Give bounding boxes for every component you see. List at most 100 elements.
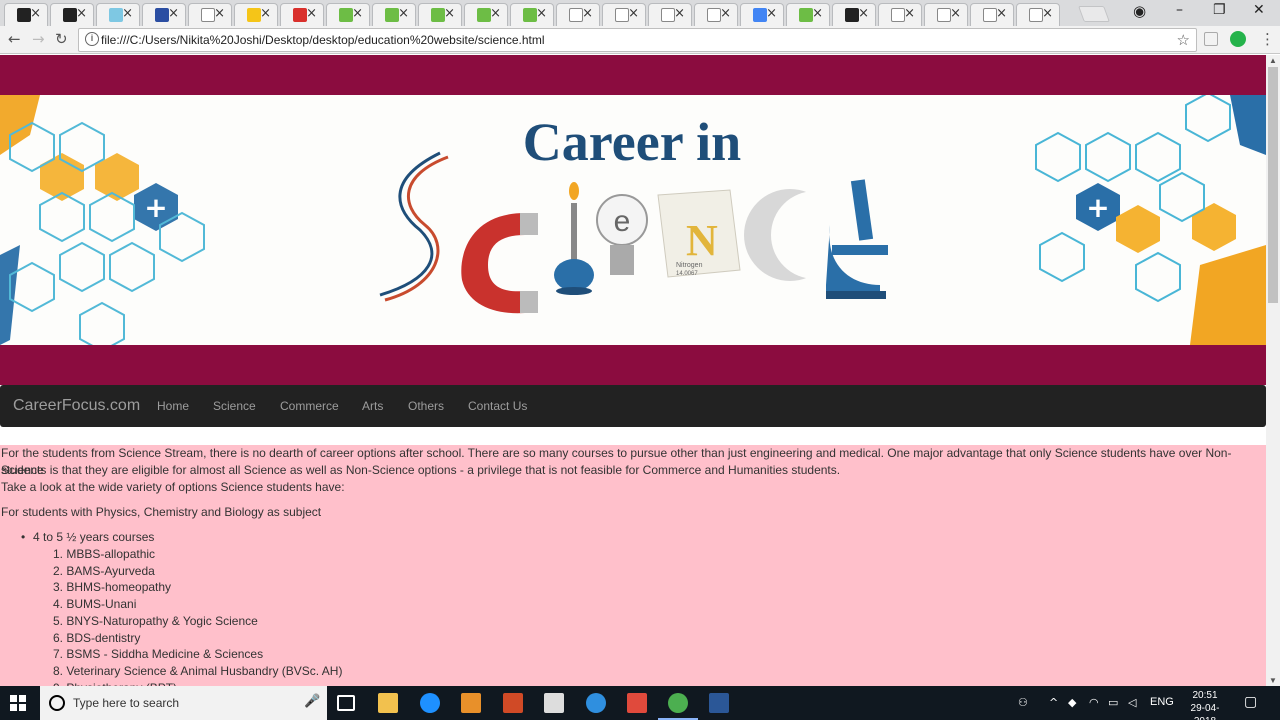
edge-icon[interactable]: [420, 693, 440, 713]
profile-icon[interactable]: ◉: [1133, 2, 1146, 20]
browser-tab[interactable]: ×: [280, 3, 324, 26]
page-scrollbar[interactable]: ▲ ▼: [1266, 55, 1280, 686]
search-placeholder: Type here to search: [73, 696, 180, 710]
file-explorer-icon[interactable]: [378, 693, 398, 713]
url-text[interactable]: file:///C:/Users/Nikita%20Joshi/Desktop/…: [101, 33, 545, 47]
nav-link-others[interactable]: Others: [408, 399, 444, 413]
browser-toolbar: ← → ↻ i file:///C:/Users/Nikita%20Joshi/…: [0, 26, 1280, 54]
nav-link-home[interactable]: Home: [157, 399, 189, 413]
powerpoint-icon[interactable]: [503, 693, 523, 713]
maximize-icon[interactable]: ❐: [1213, 2, 1226, 18]
tab-close-icon[interactable]: ×: [122, 6, 133, 21]
tab-close-icon[interactable]: ×: [904, 6, 915, 21]
tab-close-icon[interactable]: ×: [766, 6, 777, 21]
browser-tab[interactable]: ×: [464, 3, 508, 26]
back-icon[interactable]: ←: [8, 30, 21, 48]
battery-icon[interactable]: ▭: [1108, 696, 1118, 709]
nav-link-science[interactable]: Science: [213, 399, 256, 413]
browser-tab[interactable]: ×: [786, 3, 830, 26]
dropbox-icon[interactable]: ◆: [1068, 696, 1076, 709]
volume-icon[interactable]: ◁: [1128, 696, 1136, 709]
tab-close-icon[interactable]: ×: [720, 6, 731, 21]
tab-close-icon[interactable]: ×: [536, 6, 547, 21]
new-tab-button[interactable]: [1078, 6, 1110, 22]
tab-close-icon[interactable]: ×: [306, 6, 317, 21]
tab-close-icon[interactable]: ×: [674, 6, 685, 21]
browser-tab[interactable]: ×: [832, 3, 876, 26]
word-icon[interactable]: [709, 693, 729, 713]
extension-icon[interactable]: [1204, 32, 1218, 46]
tab-close-icon[interactable]: ×: [214, 6, 225, 21]
browser-tab[interactable]: ×: [372, 3, 416, 26]
browser-tab[interactable]: ×: [50, 3, 94, 26]
browser-tab[interactable]: ×: [1016, 3, 1060, 26]
tab-close-icon[interactable]: ×: [858, 6, 869, 21]
browser-tab[interactable]: ×: [602, 3, 646, 26]
forward-icon[interactable]: →: [32, 30, 45, 48]
taskbar-search-box[interactable]: Type here to search 🎤: [40, 686, 327, 720]
browser-tab[interactable]: ×: [188, 3, 232, 26]
info-icon[interactable]: i: [85, 32, 99, 46]
crescent-moon-icon: [744, 189, 859, 281]
chrome-icon[interactable]: [658, 693, 698, 720]
grammarly-icon[interactable]: [1230, 31, 1246, 47]
tab-close-icon[interactable]: ×: [950, 6, 961, 21]
tab-close-icon[interactable]: ×: [490, 6, 501, 21]
browser-tab[interactable]: ×: [234, 3, 278, 26]
reload-icon[interactable]: ↻: [55, 30, 68, 48]
nav-link-commerce[interactable]: Commerce: [280, 399, 339, 413]
browser-tab[interactable]: ×: [142, 3, 186, 26]
browser-tab[interactable]: ×: [510, 3, 554, 26]
tab-close-icon[interactable]: ×: [628, 6, 639, 21]
nav-link-contact-us[interactable]: Contact Us: [468, 399, 527, 413]
system-clock[interactable]: 20:51 29-04-2018: [1180, 689, 1230, 728]
store-icon[interactable]: [544, 693, 564, 713]
tab-close-icon[interactable]: ×: [582, 6, 593, 21]
browser-tab[interactable]: ×: [878, 3, 922, 26]
bookmark-star-icon[interactable]: ☆: [1177, 31, 1190, 49]
sublime-text-icon[interactable]: [461, 693, 481, 713]
browser-tab[interactable]: ×: [326, 3, 370, 26]
address-bar[interactable]: i file:///C:/Users/Nikita%20Joshi/Deskto…: [78, 28, 1197, 52]
svg-text:N: N: [686, 216, 718, 265]
scroll-up-icon[interactable]: ▲: [1269, 56, 1277, 65]
microphone-icon[interactable]: 🎤: [304, 694, 320, 709]
wifi-icon[interactable]: ◠: [1089, 696, 1099, 709]
minimize-icon[interactable]: –: [1176, 2, 1183, 18]
tray-chevron-icon[interactable]: ^: [1049, 696, 1058, 709]
scroll-down-icon[interactable]: ▼: [1269, 676, 1277, 685]
banner-title-line1: Career in: [523, 112, 741, 172]
browser-tab[interactable]: ×: [648, 3, 692, 26]
tab-close-icon[interactable]: ×: [30, 6, 41, 21]
tab-close-icon[interactable]: ×: [444, 6, 455, 21]
scrollbar-thumb[interactable]: [1268, 67, 1278, 303]
tab-close-icon[interactable]: ×: [352, 6, 363, 21]
browser-tab[interactable]: ×: [970, 3, 1014, 26]
browser-tab[interactable]: ×: [694, 3, 738, 26]
tab-close-icon[interactable]: ×: [168, 6, 179, 21]
course-item: 3. BHMS-homeopathy: [53, 580, 172, 595]
tab-close-icon[interactable]: ×: [812, 6, 823, 21]
nav-link-arts[interactable]: Arts: [362, 399, 383, 413]
tab-close-icon[interactable]: ×: [1042, 6, 1053, 21]
browser-tab[interactable]: ×: [740, 3, 784, 26]
tab-close-icon[interactable]: ×: [996, 6, 1007, 21]
brand-link[interactable]: CareerFocus.com: [13, 397, 140, 415]
browser-tab[interactable]: ×: [924, 3, 968, 26]
people-icon[interactable]: ⚇: [1018, 696, 1028, 709]
browser-tab[interactable]: ×: [556, 3, 600, 26]
close-window-icon[interactable]: ✕: [1253, 2, 1265, 18]
tab-close-icon[interactable]: ×: [398, 6, 409, 21]
language-indicator[interactable]: ENG: [1150, 696, 1174, 708]
tab-close-icon[interactable]: ×: [260, 6, 271, 21]
app-icon[interactable]: [586, 693, 606, 713]
windows-start-icon[interactable]: [10, 695, 26, 711]
action-center-icon[interactable]: ▢: [1244, 694, 1257, 710]
tab-close-icon[interactable]: ×: [76, 6, 87, 21]
menu-icon[interactable]: ⋮: [1260, 30, 1275, 48]
browser-tab[interactable]: ×: [4, 3, 48, 26]
acrobat-icon[interactable]: [627, 693, 647, 713]
browser-tab[interactable]: ×: [96, 3, 140, 26]
browser-tab[interactable]: ×: [418, 3, 462, 26]
task-view-icon[interactable]: [337, 695, 355, 711]
